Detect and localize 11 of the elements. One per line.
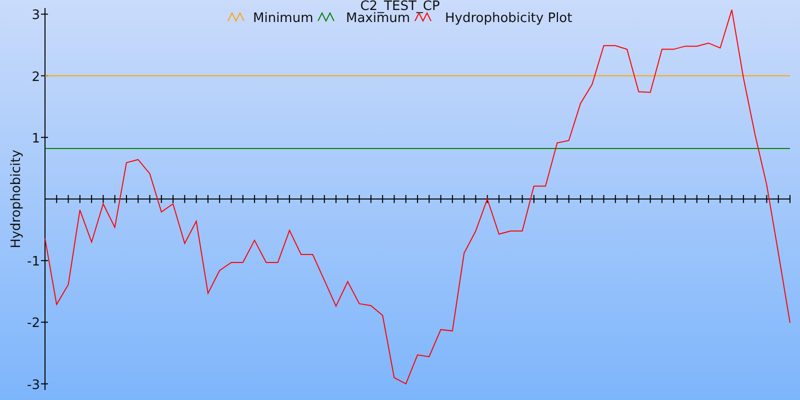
y-tick-label: -2 (27, 316, 40, 332)
y-tick-label: 3 (32, 8, 40, 24)
y-tick-label: -1 (27, 254, 40, 270)
legend-label: Hydrophobicity Plot (445, 11, 572, 26)
y-tick-label: -3 (27, 378, 40, 393)
y-tick-label: 1 (32, 131, 40, 146)
y-tick-label: 2 (32, 70, 40, 85)
legend-label: Maximum (346, 11, 410, 26)
chart-title: C2_TEST_CP (360, 0, 440, 14)
y-axis-label: Hydrophobicity (9, 150, 24, 248)
legend-label: Minimum (253, 11, 314, 26)
